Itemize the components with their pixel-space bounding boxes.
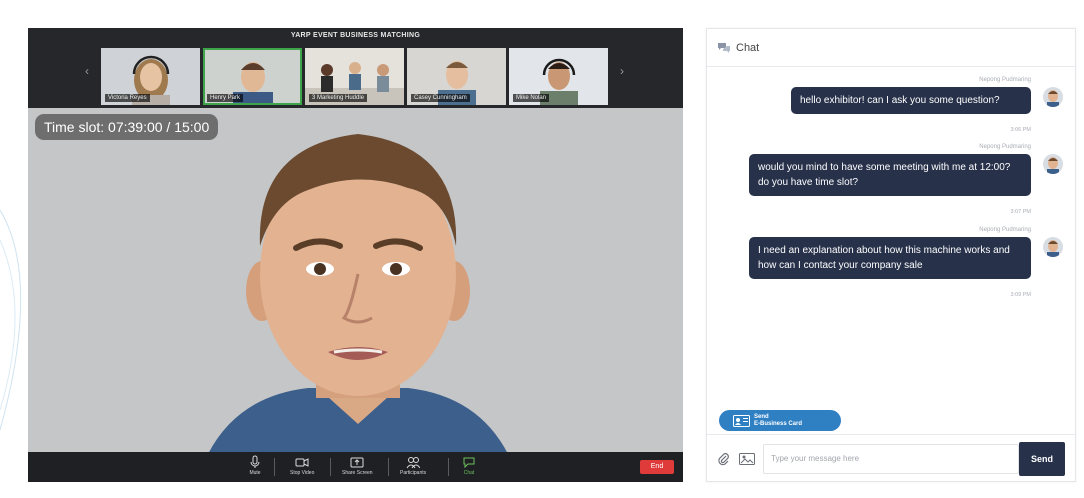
image-icon[interactable]: [739, 452, 755, 466]
message-sender: Nepong Pudmaring: [979, 144, 1031, 150]
share-screen-button[interactable]: Share Screen: [342, 455, 373, 476]
mute-button[interactable]: Mute: [248, 455, 262, 476]
share-screen-icon: [350, 457, 364, 468]
chevron-right-icon[interactable]: ›: [615, 64, 629, 78]
participants-button[interactable]: Participants: [400, 455, 426, 476]
chat-label: Chat: [463, 470, 475, 476]
message-sender: Nepong Pudmaring: [979, 227, 1031, 233]
participant-name: Victoria Reyes: [105, 94, 150, 102]
send-card-line1: Send: [754, 413, 769, 420]
end-call-button[interactable]: End: [640, 460, 674, 474]
send-card-label: Send E-Business Card: [754, 414, 802, 428]
microphone-icon: [250, 455, 260, 468]
participant-tile[interactable]: Victoria Reyes: [101, 48, 200, 105]
divider: [388, 458, 389, 476]
stop-video-label: Stop Video: [290, 470, 315, 476]
chat-header: Chat: [707, 29, 1075, 67]
participant-thumbnails: Victoria Reyes Henry Park 3 Marketing Hu…: [101, 48, 608, 105]
id-card-icon: [733, 414, 750, 427]
chat-message: Nepong Pudmaring would you mind to have …: [749, 144, 1067, 224]
participant-name: 3 Marketing Huddle: [309, 94, 368, 102]
avatar: [1043, 87, 1063, 107]
mute-label: Mute: [249, 470, 261, 476]
participant-name: Casey Cunningham: [411, 94, 470, 102]
participant-strip: YARP EVENT BUSINESS MATCHING ‹ › Victori…: [28, 28, 683, 108]
message-bubble: would you mind to have some meeting with…: [749, 154, 1031, 196]
message-bubble: hello exhibitor! can I ask you some ques…: [791, 87, 1031, 114]
participants-icon: [406, 457, 421, 469]
message-composer: Send: [707, 434, 1075, 482]
chat-toggle-button[interactable]: Chat: [462, 455, 476, 476]
participant-tile[interactable]: Henry Park: [203, 48, 302, 105]
chat-message: Nepong Pudmaring I need an explanation a…: [749, 227, 1067, 307]
send-e-business-card-button[interactable]: Send E-Business Card: [719, 410, 841, 431]
stop-video-button[interactable]: Stop Video: [290, 455, 314, 476]
chevron-left-icon[interactable]: ‹: [80, 64, 94, 78]
message-sender: Nepong Pudmaring: [979, 77, 1031, 83]
participant-name: Mike Nolan: [513, 94, 550, 102]
chat-bubble-icon: [463, 457, 475, 469]
message-time: 3:09 PM: [1010, 292, 1031, 298]
send-button[interactable]: Send: [1019, 441, 1065, 476]
chat-panel: Chat Nepong Pudmaring hello exhibitor! c…: [706, 28, 1076, 482]
share-screen-label: Share Screen: [342, 470, 373, 476]
divider: [330, 458, 331, 476]
call-controls-bar: Mute Stop Video Share Screen Participant…: [28, 452, 683, 482]
message-bubble: I need an explanation about how this mac…: [749, 237, 1031, 279]
paperclip-icon[interactable]: [717, 452, 731, 466]
participant-tile[interactable]: 3 Marketing Huddle: [305, 48, 404, 105]
chat-bubble-icon: [718, 42, 730, 53]
time-slot-badge: Time slot: 07:39:00 / 15:00: [35, 114, 219, 140]
chat-title: Chat: [736, 41, 760, 54]
send-card-line2: E-Business Card: [754, 420, 803, 427]
message-input[interactable]: [763, 443, 1019, 474]
video-camera-icon: [295, 458, 309, 467]
divider: [448, 458, 449, 476]
event-title: YARP EVENT BUSINESS MATCHING: [290, 32, 421, 39]
divider: [274, 458, 275, 476]
participants-label: Participants: [400, 470, 427, 476]
avatar: [1043, 154, 1063, 174]
main-speaker-video: [208, 134, 508, 454]
participant-name: Henry Park: [207, 94, 244, 102]
message-time: 3:07 PM: [1010, 209, 1031, 215]
video-call-panel: YARP EVENT BUSINESS MATCHING ‹ › Victori…: [28, 28, 683, 482]
avatar: [1043, 237, 1063, 257]
message-time: 3:06 PM: [1010, 127, 1031, 133]
participant-tile[interactable]: Casey Cunningham: [407, 48, 506, 105]
chat-message: Nepong Pudmaring hello exhibitor! can I …: [767, 77, 1067, 137]
participant-tile[interactable]: Mike Nolan: [509, 48, 608, 105]
